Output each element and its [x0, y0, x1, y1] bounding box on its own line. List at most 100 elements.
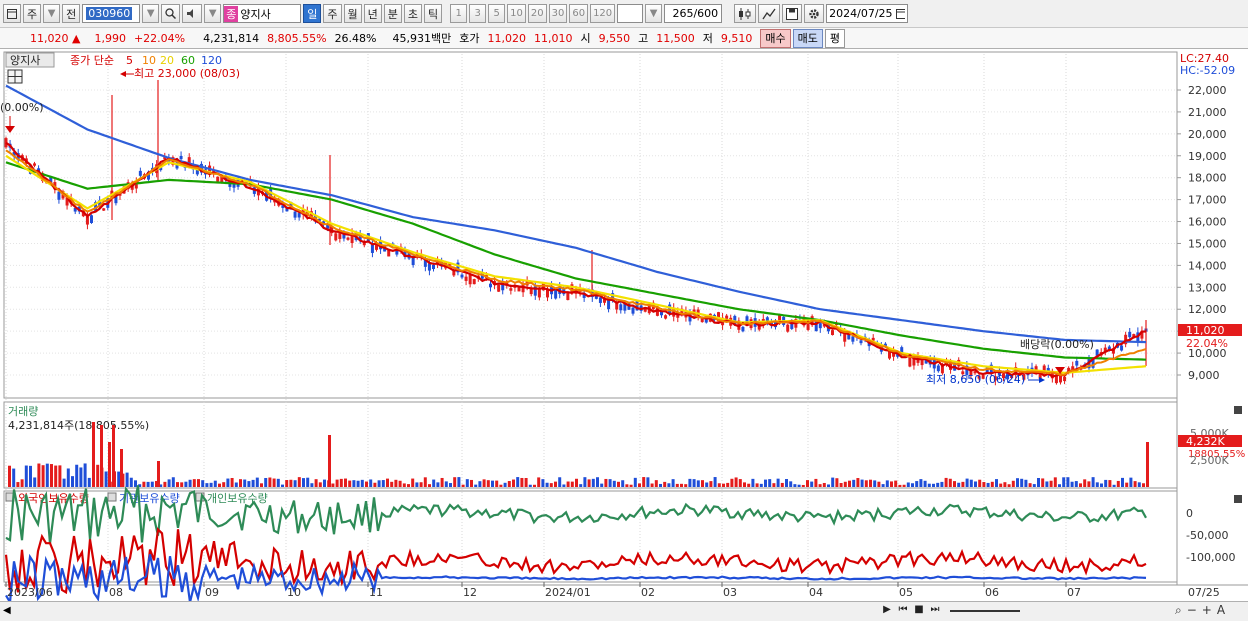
- code-dropdown-button[interactable]: ▼: [142, 4, 160, 23]
- indicator-button[interactable]: [758, 4, 781, 23]
- first-page-icon[interactable]: ⏮: [896, 604, 910, 615]
- candle-type-button[interactable]: [734, 4, 757, 23]
- volume-bar: [1112, 484, 1116, 487]
- volume-bar: [705, 482, 709, 487]
- save-button[interactable]: [782, 4, 803, 23]
- holdings-panel-close-icon[interactable]: [1234, 495, 1242, 503]
- interval-dropdown-button[interactable]: ▼: [645, 4, 663, 23]
- period-minute-button[interactable]: 분: [383, 4, 402, 23]
- volume-bar: [1079, 483, 1082, 487]
- bar-count-field[interactable]: 265 /600: [664, 4, 723, 23]
- settings-button[interactable]: [804, 4, 825, 23]
- chevron-down-icon[interactable]: ▼: [43, 4, 61, 23]
- bar-count: 265: [672, 7, 694, 20]
- zoom-search-icon[interactable]: ⌕: [1175, 603, 1182, 618]
- volume-bar: [339, 478, 343, 487]
- volume-bar: [1083, 479, 1087, 487]
- volume-bar: [184, 481, 188, 487]
- stock-code-input[interactable]: 030960: [82, 4, 141, 23]
- volume-bar: [432, 479, 436, 487]
- volume-bar: [982, 482, 986, 487]
- volume-bar: [163, 481, 167, 487]
- volume-bar: [461, 484, 465, 487]
- volume-bar: [440, 477, 444, 487]
- x-tick-label: 11: [369, 586, 383, 599]
- last-page-icon[interactable]: ⏭: [928, 604, 942, 615]
- sell-button[interactable]: 매도: [792, 28, 823, 48]
- search-button[interactable]: [161, 4, 181, 23]
- volume-bar: [1003, 482, 1007, 487]
- zoom-slider[interactable]: [950, 610, 1020, 612]
- volume-bar: [75, 464, 79, 487]
- volume-bar: [71, 476, 74, 487]
- volume-bar: [684, 484, 688, 487]
- volume-bar: [453, 477, 457, 487]
- period-tick-button[interactable]: 틱: [424, 4, 443, 23]
- window-menu-button[interactable]: [3, 4, 21, 23]
- buy-button[interactable]: 매수: [760, 28, 791, 48]
- candle-body: [851, 336, 855, 342]
- scroll-right-icon[interactable]: ▶: [880, 604, 894, 615]
- volume-bar: [957, 482, 961, 487]
- sound-button[interactable]: [182, 4, 203, 23]
- candle-body: [346, 237, 350, 240]
- interval-60-button[interactable]: 60: [569, 4, 589, 23]
- volume-bar: [780, 482, 784, 487]
- volume-bar: [12, 468, 16, 487]
- interval-5-button[interactable]: 5: [488, 4, 506, 23]
- volume-bar: [1058, 484, 1061, 487]
- volume-bar: [579, 484, 583, 487]
- volume-panel-close-icon[interactable]: [1234, 406, 1242, 414]
- date-input[interactable]: 2024/07/25: [826, 4, 909, 23]
- candle-body: [1128, 331, 1132, 338]
- interval-120-button[interactable]: 120: [590, 4, 616, 23]
- volume-bar: [373, 482, 377, 487]
- volume-bar: [541, 479, 545, 487]
- current-pct-tag: 22.04%: [1186, 337, 1228, 350]
- volume-bar: [318, 482, 322, 487]
- interval-20-button[interactable]: 20: [527, 4, 547, 23]
- stock-name-field[interactable]: 종 양지사: [223, 4, 302, 23]
- period-year-button[interactable]: 년: [363, 4, 382, 23]
- interval-3-button[interactable]: 3: [469, 4, 487, 23]
- volume-bar: [1053, 477, 1057, 487]
- zoom-in-icon[interactable]: +: [1202, 603, 1212, 618]
- volume-bar: [755, 483, 759, 487]
- volume-bar: [213, 480, 217, 487]
- x-tick-label: 2024/01: [545, 586, 591, 599]
- volume-bar: [302, 478, 305, 487]
- period-month-button[interactable]: 월: [343, 4, 362, 23]
- volume-bar: [436, 482, 440, 487]
- stop-icon[interactable]: ■: [912, 604, 926, 615]
- volume-bar: [293, 480, 297, 487]
- font-size-icon[interactable]: A: [1217, 603, 1225, 618]
- eval-button[interactable]: 평: [824, 28, 845, 48]
- bid-label: 호가: [459, 32, 480, 45]
- price-tick-label: 14,000: [1188, 259, 1227, 272]
- market-selector[interactable]: 주: [23, 4, 42, 23]
- volume-bar: [209, 482, 213, 487]
- scroll-left-icon[interactable]: ◀: [3, 605, 11, 616]
- prev-button[interactable]: 전: [62, 4, 81, 23]
- volume-bar: [772, 483, 776, 487]
- sound-dropdown-button[interactable]: ▼: [204, 4, 222, 23]
- period-week-button[interactable]: 주: [323, 4, 342, 23]
- x-tick-label: 02: [641, 586, 655, 599]
- period-second-button[interactable]: 초: [403, 4, 422, 23]
- legend-stock-name: 양지사: [10, 54, 40, 67]
- volume-bar: [310, 483, 314, 487]
- interval-1-button[interactable]: 1: [450, 4, 468, 23]
- volume-bar: [990, 481, 994, 487]
- calendar-icon[interactable]: [895, 8, 906, 19]
- interval-30-button[interactable]: 30: [548, 4, 568, 23]
- volume-bar: [24, 465, 28, 487]
- interval-custom-input[interactable]: [617, 4, 644, 23]
- zoom-out-icon[interactable]: −: [1187, 603, 1197, 618]
- volume-bar: [457, 477, 461, 487]
- volume-bar: [604, 478, 608, 487]
- volume-bar: [869, 479, 872, 487]
- period-day-button[interactable]: 일: [303, 4, 322, 23]
- volume-bar: [1133, 481, 1137, 487]
- interval-10-button[interactable]: 10: [507, 4, 526, 23]
- stock-chart[interactable]: 양지사 종가 단순 5 10 20 60 120 LC:27.40 HC:-52…: [0, 50, 1248, 602]
